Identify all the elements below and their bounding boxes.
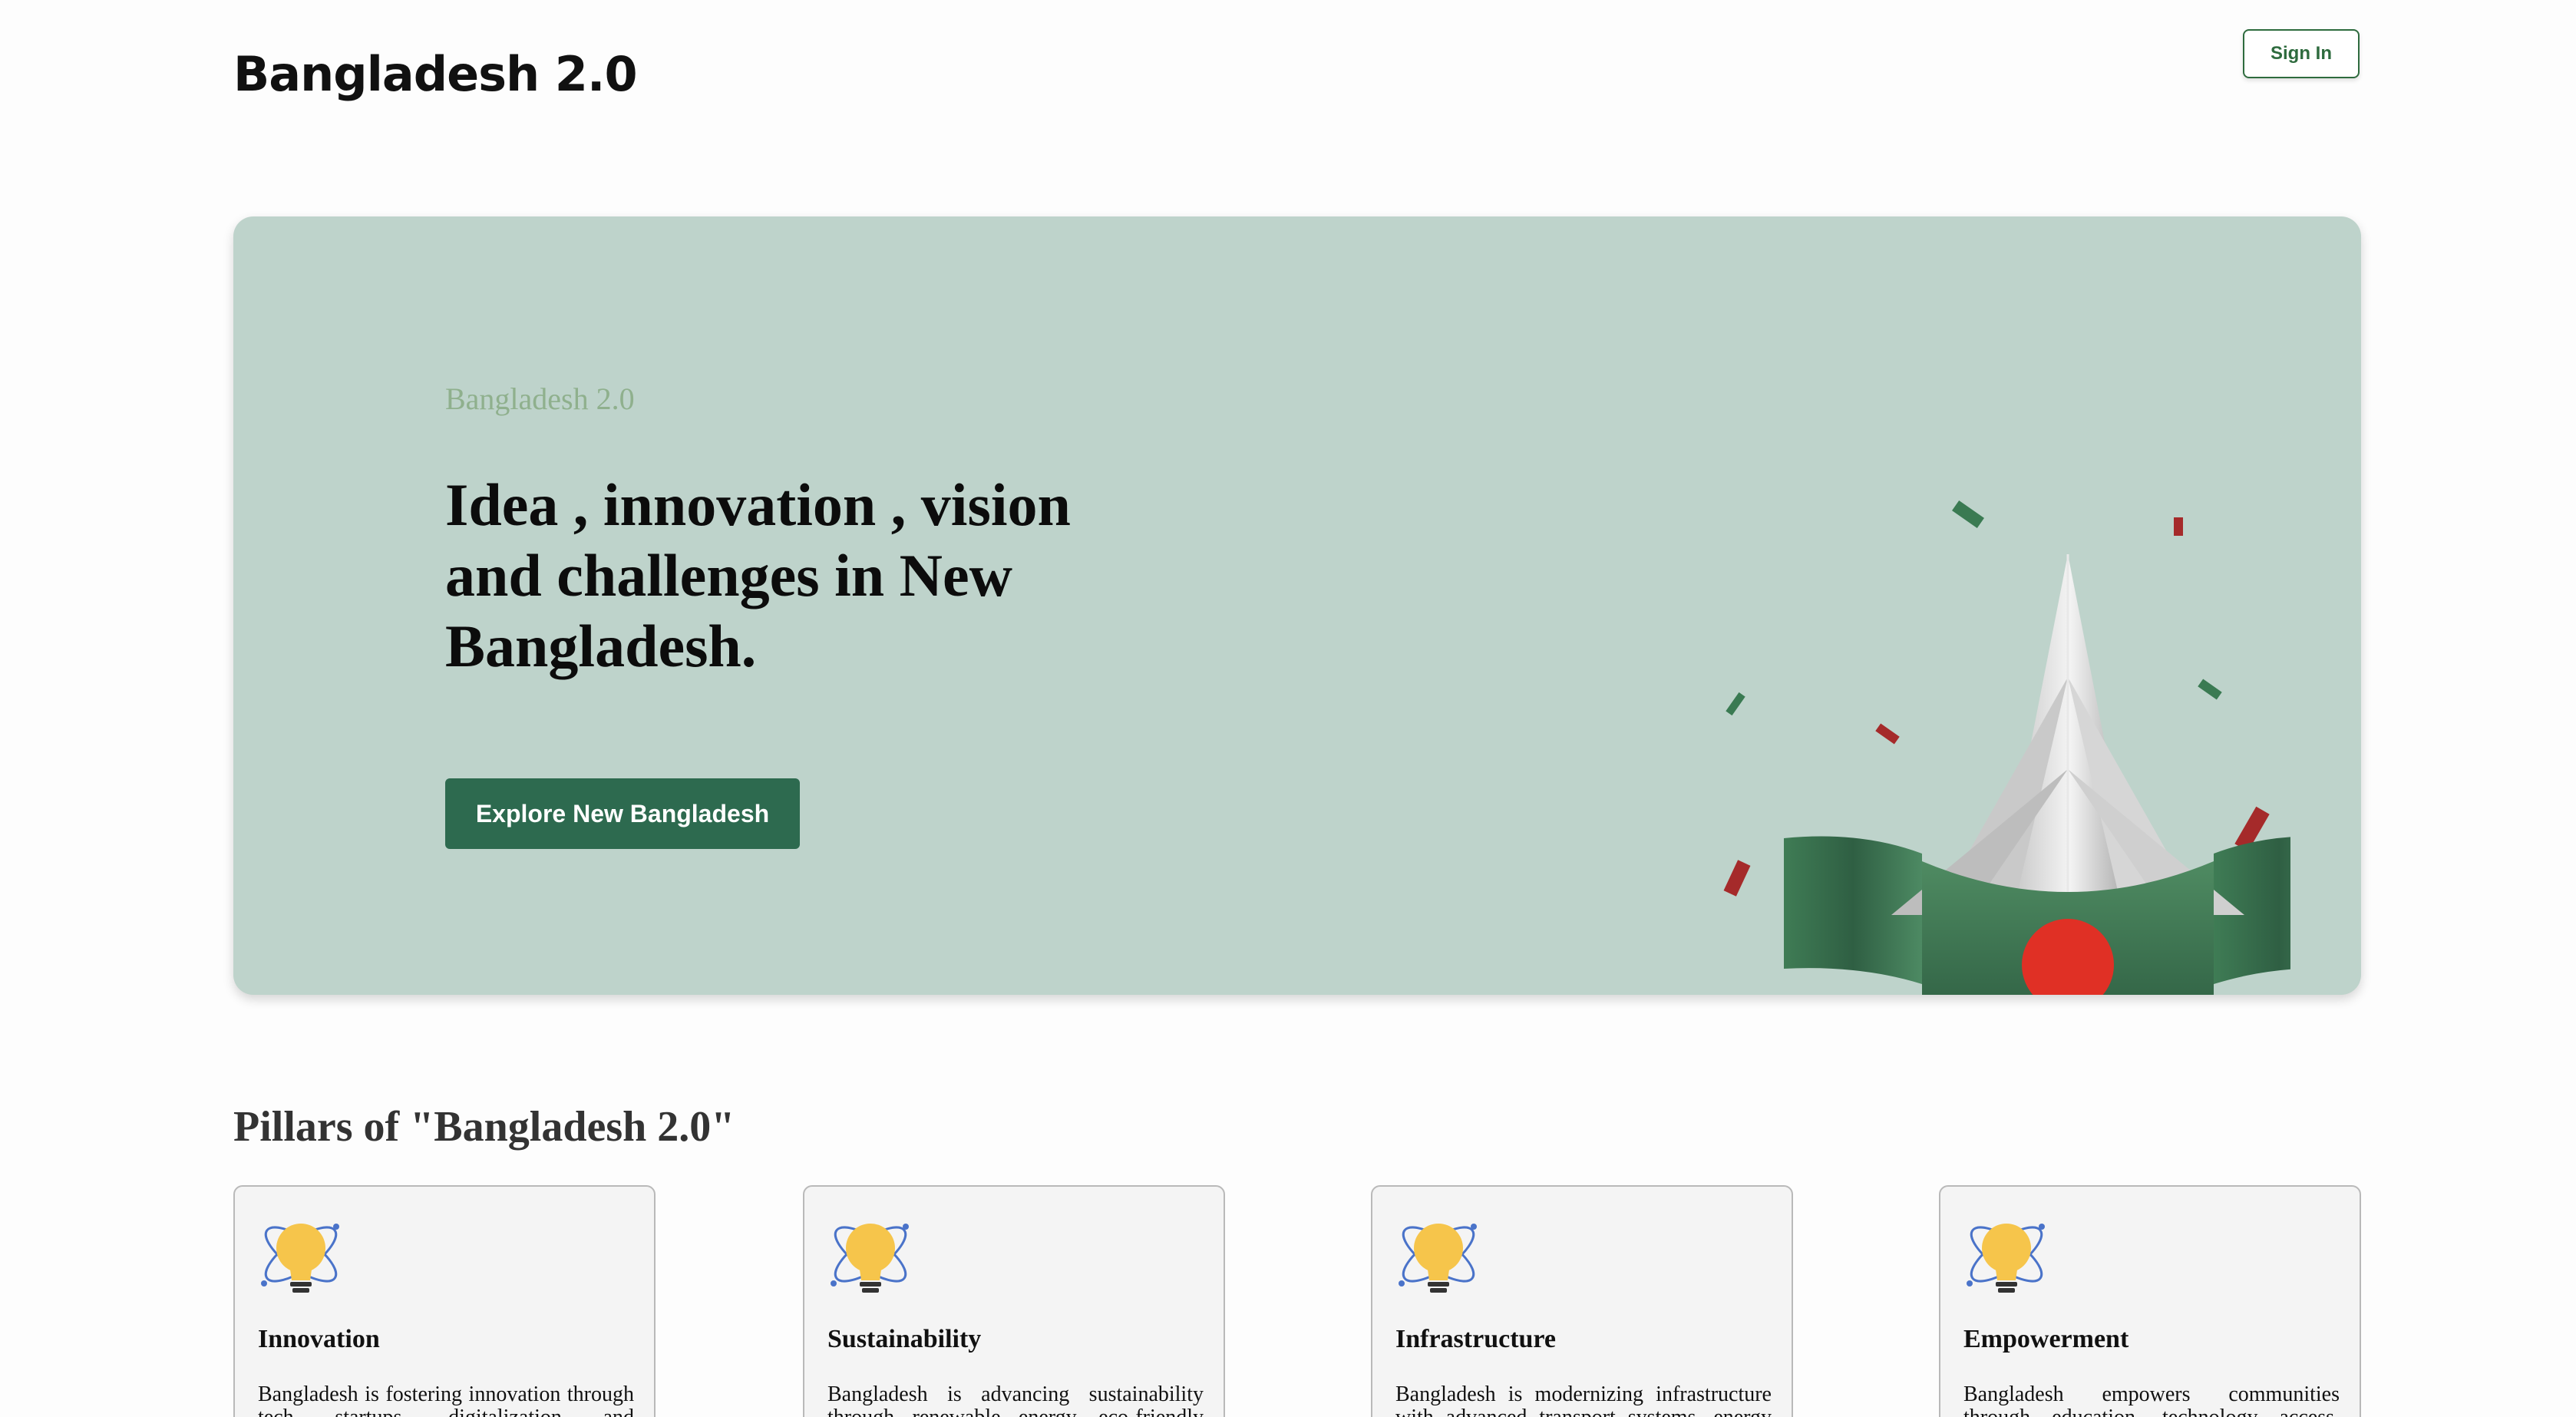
lightbulb-atom-icon bbox=[831, 1224, 909, 1293]
site-brand[interactable]: Bangladesh 2.0 bbox=[233, 46, 638, 102]
monument-icon bbox=[1891, 554, 2244, 915]
lightbulb-atom-icon bbox=[1399, 1224, 1477, 1293]
pillar-card-sustainability[interactable]: Sustainability Bangladesh is advancing s… bbox=[803, 1185, 1225, 1417]
hero-title: Idea , innovation , vision and challenge… bbox=[445, 471, 1071, 679]
pillar-description: Bangladesh is advancing sustainability t… bbox=[827, 1382, 1204, 1417]
pillar-description: Bangladesh is fostering innovation throu… bbox=[258, 1382, 634, 1417]
hero-banner: Bangladesh 2.0 Idea , innovation , visio… bbox=[233, 216, 2361, 995]
lightbulb-atom-icon bbox=[1967, 1224, 2045, 1293]
monument-flag-illustration bbox=[1723, 500, 2290, 995]
pillar-title: Infrastructure bbox=[1395, 1325, 1556, 1353]
pillar-title: Sustainability bbox=[827, 1325, 982, 1353]
pillar-card-infrastructure[interactable]: Infrastructure Bangladesh is modernizing… bbox=[1371, 1185, 1793, 1417]
pillar-description: Bangladesh is modernizing infrastructure… bbox=[1395, 1382, 1772, 1417]
pillar-title: Innovation bbox=[258, 1325, 380, 1353]
pillar-description: Bangladesh empowers communities through … bbox=[1963, 1382, 2340, 1417]
pillar-title: Empowerment bbox=[1963, 1325, 2129, 1353]
pillar-card-innovation[interactable]: Innovation Bangladesh is fostering innov… bbox=[233, 1185, 656, 1417]
sign-in-button[interactable]: Sign In bbox=[2243, 29, 2360, 78]
hero-eyebrow: Bangladesh 2.0 bbox=[445, 382, 635, 416]
explore-button[interactable]: Explore New Bangladesh bbox=[445, 778, 800, 849]
lightbulb-atom-icon bbox=[261, 1224, 339, 1293]
pillars-heading: Pillars of "Bangladesh 2.0" bbox=[233, 1103, 735, 1151]
pillar-card-empowerment[interactable]: Empowerment Bangladesh empowers communit… bbox=[1939, 1185, 2361, 1417]
